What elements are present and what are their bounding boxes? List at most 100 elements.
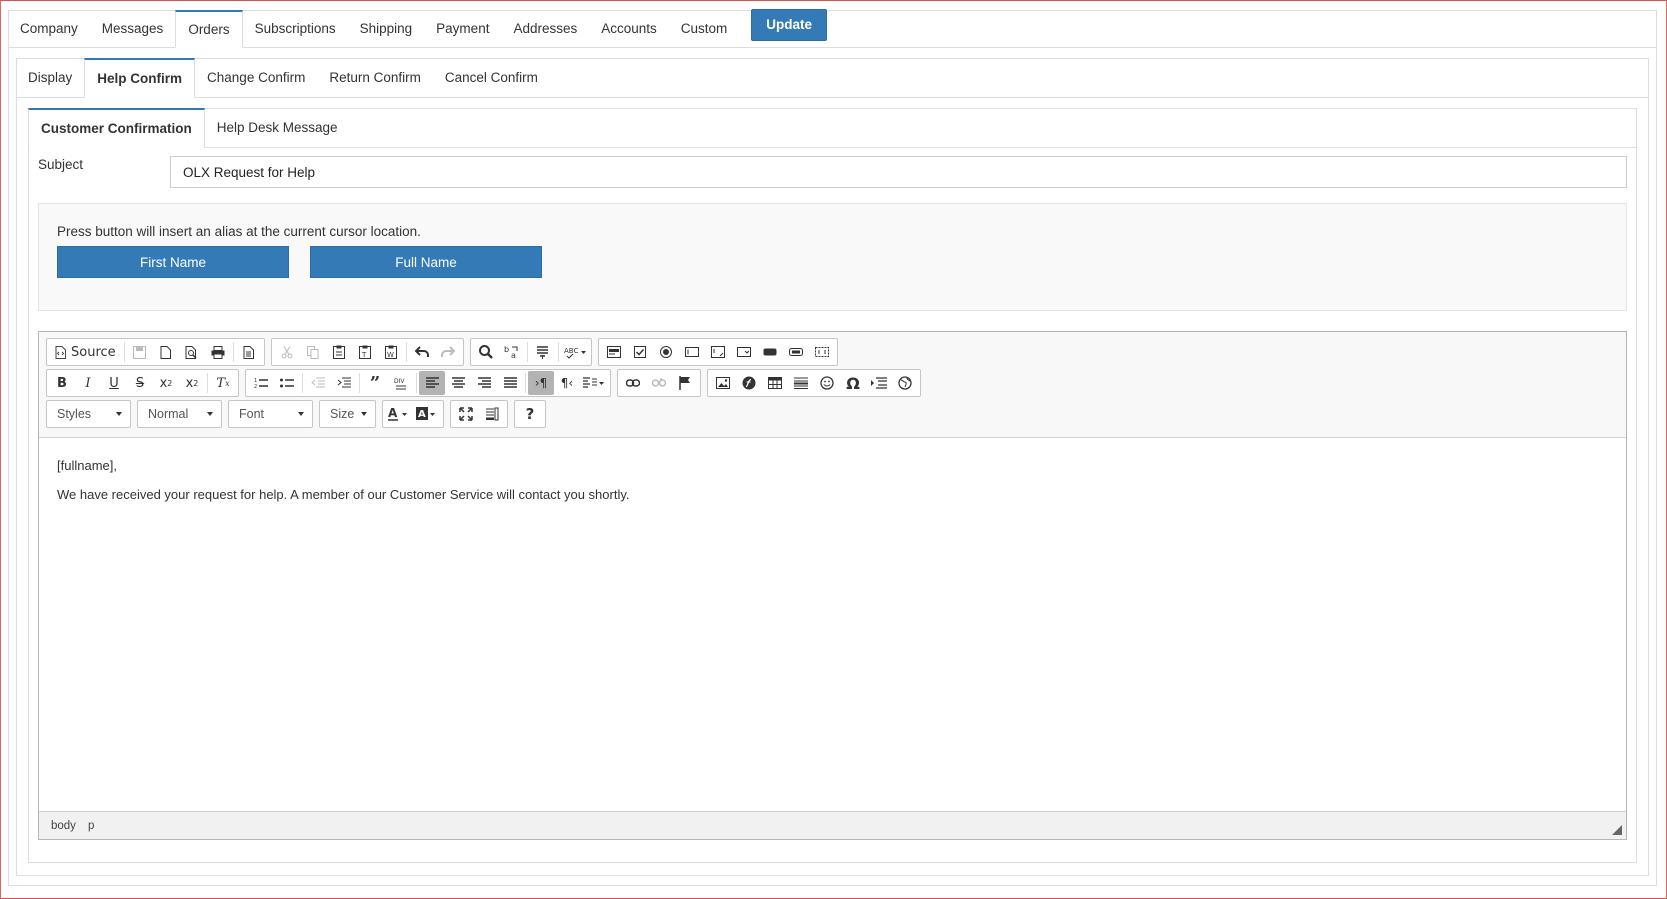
tab-messages[interactable]: Messages — [90, 11, 176, 47]
paste-text-icon[interactable]: T — [352, 340, 378, 364]
outdent-icon[interactable] — [305, 371, 331, 395]
toolbar-group-tools — [450, 400, 508, 428]
cut-icon[interactable] — [274, 340, 300, 364]
flash-icon[interactable] — [736, 371, 762, 395]
tab-display[interactable]: Display — [16, 59, 84, 97]
page-break-icon[interactable] — [866, 371, 892, 395]
strikethrough-icon[interactable]: S — [127, 371, 153, 395]
tab-addresses[interactable]: Addresses — [501, 11, 589, 47]
element-path-body[interactable]: body — [51, 820, 76, 832]
tab-accounts[interactable]: Accounts — [589, 11, 669, 47]
top-tab-bar: Company Messages Orders Subscriptions Sh… — [8, 9, 1657, 48]
update-button[interactable]: Update — [751, 9, 828, 41]
align-center-icon[interactable] — [445, 371, 471, 395]
editor-toolbar: Source T W b a ABC B I U S x 2 x 2 T x 1… — [39, 332, 1626, 438]
new-page-icon[interactable] — [153, 340, 179, 364]
element-path-p[interactable]: p — [88, 820, 94, 832]
paste-from-word-icon[interactable]: W — [378, 340, 404, 364]
image-icon[interactable] — [710, 371, 736, 395]
tab-change-confirm[interactable]: Change Confirm — [195, 59, 317, 97]
bulleted-list-icon[interactable] — [274, 371, 300, 395]
tab-return-confirm[interactable]: Return Confirm — [317, 59, 433, 97]
smiley-icon[interactable] — [814, 371, 840, 395]
language-icon[interactable] — [580, 371, 608, 395]
copy-icon[interactable] — [300, 340, 326, 364]
toolbar-row-2: B I U S x2 x2 Tx 12 ” DIV ›¶ ¶‹ Ω — [46, 369, 927, 399]
tab-cancel-confirm[interactable]: Cancel Confirm — [433, 59, 550, 97]
paste-icon[interactable] — [326, 340, 352, 364]
toolbar-separator — [557, 342, 559, 362]
format-dropdown[interactable]: Normal — [137, 400, 222, 428]
subject-input[interactable] — [170, 156, 1627, 188]
maximize-icon[interactable] — [453, 402, 479, 426]
text-field-icon[interactable] — [679, 340, 705, 364]
preview-icon[interactable] — [179, 340, 205, 364]
templates-icon[interactable] — [236, 340, 262, 364]
underline-icon[interactable]: U — [101, 371, 127, 395]
iframe-globe-icon[interactable] — [892, 371, 918, 395]
select-field-icon[interactable] — [731, 340, 757, 364]
tab-help-desk-message[interactable]: Help Desk Message — [205, 109, 350, 147]
unlink-icon[interactable] — [646, 371, 672, 395]
select-all-icon[interactable] — [530, 340, 556, 364]
tab-subscriptions[interactable]: Subscriptions — [243, 11, 348, 47]
remove-format-icon[interactable]: Tx — [210, 371, 236, 395]
text-direction-rtl-icon[interactable]: ¶‹ — [554, 371, 580, 395]
horizontal-rule-icon[interactable] — [788, 371, 814, 395]
first-name-alias-button[interactable]: First Name — [57, 246, 289, 278]
editor-content-area[interactable]: [fullname], We have received your reques… — [39, 438, 1626, 811]
superscript-icon[interactable]: x2 — [179, 371, 205, 395]
size-label: Size — [330, 407, 355, 421]
toolbar-separator — [123, 342, 125, 362]
form-icon[interactable] — [601, 340, 627, 364]
svg-text:W: W — [387, 351, 394, 359]
tab-custom[interactable]: Custom — [669, 11, 740, 47]
redo-icon[interactable] — [435, 340, 461, 364]
textarea-icon[interactable] — [705, 340, 731, 364]
print-icon[interactable] — [205, 340, 231, 364]
tab-customer-confirmation[interactable]: Customer Confirmation — [28, 108, 205, 148]
numbered-list-icon[interactable]: 12 — [248, 371, 274, 395]
align-left-icon[interactable] — [419, 371, 445, 395]
font-dropdown[interactable]: Font — [228, 400, 313, 428]
italic-icon[interactable]: I — [75, 371, 101, 395]
styles-dropdown[interactable]: Styles — [46, 400, 131, 428]
editor-status-bar: body p — [39, 811, 1626, 839]
special-character-icon[interactable]: Ω — [840, 371, 866, 395]
hidden-field-icon[interactable] — [809, 340, 835, 364]
full-name-alias-button[interactable]: Full Name — [310, 246, 542, 278]
find-icon[interactable] — [473, 340, 499, 364]
image-button-icon[interactable] — [783, 340, 809, 364]
link-icon[interactable] — [620, 371, 646, 395]
text-color-icon[interactable]: A — [385, 402, 413, 426]
bold-icon[interactable]: B — [49, 371, 75, 395]
justify-icon[interactable] — [497, 371, 523, 395]
source-button[interactable]: Source — [49, 340, 122, 364]
orders-sub-tab-bar: Display Help Confirm Change Confirm Retu… — [16, 58, 1649, 98]
tab-company[interactable]: Company — [8, 11, 90, 47]
tab-help-confirm[interactable]: Help Confirm — [84, 58, 196, 98]
undo-icon[interactable] — [409, 340, 435, 364]
replace-icon[interactable]: ba — [499, 340, 525, 364]
align-right-icon[interactable] — [471, 371, 497, 395]
spellcheck-icon[interactable]: ABC — [561, 340, 589, 364]
save-icon[interactable] — [127, 340, 153, 364]
anchor-flag-icon[interactable] — [672, 371, 698, 395]
create-div-icon[interactable]: DIV — [388, 371, 414, 395]
radio-icon[interactable] — [653, 340, 679, 364]
indent-icon[interactable] — [331, 371, 357, 395]
size-dropdown[interactable]: Size — [319, 400, 376, 428]
blockquote-icon[interactable]: ” — [362, 371, 388, 395]
checkbox-icon[interactable] — [627, 340, 653, 364]
table-icon[interactable] — [762, 371, 788, 395]
subscript-icon[interactable]: x2 — [153, 371, 179, 395]
tab-orders[interactable]: Orders — [175, 10, 243, 48]
tab-shipping[interactable]: Shipping — [348, 11, 425, 47]
tab-payment[interactable]: Payment — [424, 11, 501, 47]
help-icon[interactable]: ? — [517, 402, 543, 426]
resize-handle-icon[interactable] — [1612, 825, 1622, 835]
background-color-icon[interactable]: A — [413, 402, 441, 426]
text-direction-ltr-icon[interactable]: ›¶ — [528, 371, 554, 395]
show-blocks-icon[interactable] — [479, 402, 505, 426]
form-button-icon[interactable] — [757, 340, 783, 364]
